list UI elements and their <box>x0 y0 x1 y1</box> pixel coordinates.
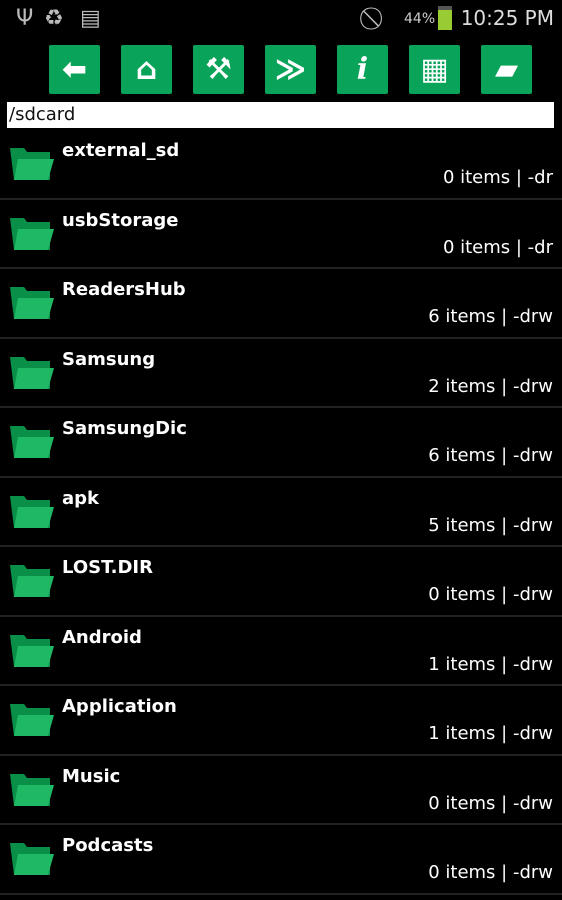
file-meta: 0 items | -drw <box>428 862 553 883</box>
list-item[interactable]: usbStorage 0 items | -dr <box>0 200 562 269</box>
info-button[interactable]: i <box>337 45 388 94</box>
status-bar: Ψ ♻ ▤ ⃠ 44% 10:25 PM <box>0 0 562 38</box>
clock: 10:25 PM <box>460 6 554 30</box>
file-name: Music <box>62 765 121 787</box>
folder-icon <box>10 287 54 319</box>
list-item[interactable]: Music 0 items | -drw <box>0 756 562 825</box>
file-meta: 1 items | -drw <box>428 723 553 744</box>
file-meta: 6 items | -drw <box>428 306 553 327</box>
folder-icon <box>10 426 54 458</box>
file-name: Podcasts <box>62 835 154 856</box>
list-item[interactable]: SamsungDic 6 items | -drw <box>0 408 562 478</box>
list-item[interactable]: apk 5 items | -drw <box>0 478 562 547</box>
folder-icon <box>10 773 54 806</box>
list-item[interactable]: Android 1 items | -drw <box>0 617 562 686</box>
file-meta: 1 items | -drw <box>428 653 553 675</box>
folder-icon <box>10 565 54 597</box>
folder-icon <box>10 495 54 528</box>
folder-open-icon: ▰ <box>494 52 519 87</box>
file-name: usbStorage <box>62 209 179 231</box>
arrow-left-icon: ⬅ <box>61 52 88 87</box>
file-name: SamsungDic <box>62 418 187 439</box>
file-meta: 0 items | -dr <box>442 236 553 258</box>
home-icon: ⌂ <box>135 52 158 87</box>
file-name: Samsung <box>62 348 156 370</box>
double-check-icon: ≫ <box>274 52 307 87</box>
folder-icon <box>10 634 54 667</box>
file-meta: 0 items | -dr <box>442 167 553 188</box>
path-bar[interactable]: /sdcard <box>7 102 554 128</box>
multi-select-button[interactable]: ≫ <box>265 45 316 94</box>
battery-charging-icon <box>438 6 452 30</box>
usb-icon: Ψ <box>16 6 34 31</box>
file-name: Application <box>62 696 177 717</box>
info-icon: i <box>356 52 369 87</box>
back-button[interactable]: ⬅ <box>49 45 100 94</box>
folder-icon <box>10 148 54 180</box>
list-item[interactable]: Application 1 items | -drw <box>0 686 562 756</box>
file-name: LOST.DIR <box>62 557 153 578</box>
file-name: apk <box>62 487 100 509</box>
open-folder-button[interactable]: ▰ <box>481 45 532 94</box>
folder-icon <box>10 217 54 250</box>
battery-percent: 44% <box>404 11 436 27</box>
folder-icon <box>10 704 54 736</box>
list-item[interactable]: Podcasts 0 items | -drw <box>0 825 562 895</box>
file-meta: 2 items | -drw <box>428 375 553 397</box>
file-name: ReadersHub <box>62 279 186 300</box>
recycle-icon: ♻ <box>44 6 64 31</box>
file-meta: 6 items | -drw <box>428 445 553 466</box>
grid-view-button[interactable]: ▦ <box>409 45 460 94</box>
file-meta: 5 items | -drw <box>428 514 553 536</box>
list-item[interactable]: Samsung 2 items | -drw <box>0 339 562 408</box>
file-meta: 0 items | -drw <box>428 792 553 814</box>
home-button[interactable]: ⌂ <box>121 45 172 94</box>
list-item[interactable]: ReadersHub 6 items | -drw <box>0 269 562 339</box>
folder-icon <box>10 356 54 389</box>
tools-icon: ⚒ <box>205 52 232 87</box>
sim-card-alert-icon: ▤ <box>80 6 101 31</box>
tools-button[interactable]: ⚒ <box>193 45 244 94</box>
grid-icon: ▦ <box>420 52 449 87</box>
folder-icon <box>10 843 54 875</box>
file-meta: 0 items | -drw <box>428 584 553 605</box>
list-item[interactable]: external_sd 0 items | -dr <box>0 130 562 200</box>
file-name: external_sd <box>62 140 180 161</box>
file-name: Android <box>62 626 142 648</box>
file-list[interactable]: external_sd 0 items | -dr usbStorage 0 item… <box>0 130 562 895</box>
list-item[interactable]: LOST.DIR 0 items | -drw <box>0 547 562 617</box>
